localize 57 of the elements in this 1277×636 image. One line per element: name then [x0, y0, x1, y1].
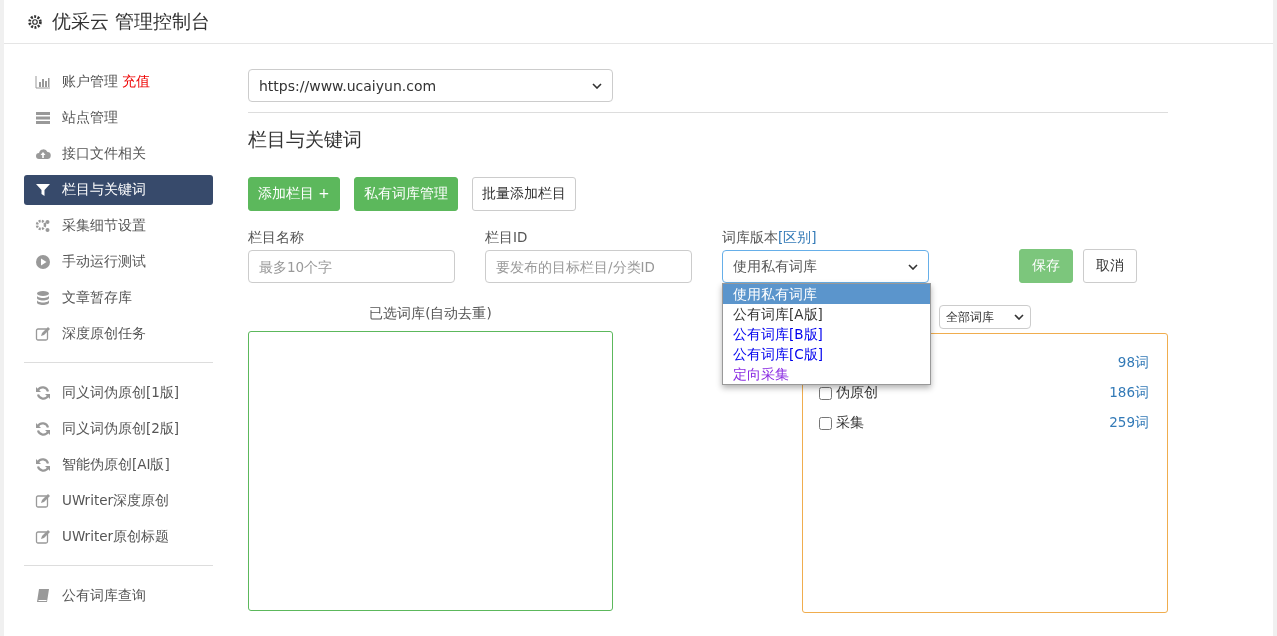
sidebar-item[interactable]: 同义词伪原创[2版] — [24, 414, 213, 444]
batch-add-button[interactable]: 批量添加栏目 — [471, 177, 576, 211]
dropdown-option[interactable]: 定向采集 — [723, 364, 930, 384]
sidebar-item[interactable]: 账户管理 充值 — [24, 67, 213, 97]
sidebar-item[interactable]: 接口文件相关 — [24, 139, 213, 169]
recharge-link[interactable]: 充值 — [122, 73, 150, 91]
cloud-upload-icon — [34, 146, 52, 162]
database-icon — [34, 290, 52, 306]
difference-link[interactable]: [区别] — [778, 229, 817, 245]
caret-icon — [1014, 314, 1024, 320]
book-icon — [34, 588, 52, 604]
library-filter-select[interactable]: 全部词库 — [939, 305, 1031, 329]
word-count: 259词 — [1109, 414, 1149, 432]
field-label: 词库版本 — [722, 229, 778, 245]
sidebar-item[interactable]: 智能伪原创[AI版] — [24, 450, 213, 480]
checkbox[interactable] — [819, 386, 832, 400]
caret-icon — [592, 82, 602, 89]
sidebar-item[interactable]: 手动运行测试 — [24, 247, 213, 277]
refresh-icon — [34, 385, 52, 401]
edit-icon — [34, 493, 52, 509]
library-name: 采集 — [836, 414, 864, 432]
sidebar-item[interactable]: 站点管理 — [24, 103, 213, 133]
dropdown-option[interactable]: 公有词库[C版] — [723, 344, 930, 364]
checkbox[interactable] — [819, 416, 832, 430]
refresh-icon — [34, 457, 52, 473]
caret-icon — [908, 263, 918, 270]
sidebar-item[interactable]: 采集细节设置 — [24, 211, 213, 241]
refresh-icon — [34, 421, 52, 437]
sidebar-item[interactable]: 栏目与关键词 — [24, 175, 213, 205]
word-count: 186词 — [1109, 384, 1149, 402]
dropdown-option[interactable]: 公有词库[A版] — [723, 304, 930, 324]
bar-chart-icon — [34, 74, 52, 90]
settings-icon — [26, 12, 44, 31]
server-icon — [34, 110, 52, 126]
sidebar-item[interactable]: UWriter原创标题 — [24, 522, 213, 552]
field-label: 栏目ID — [485, 229, 529, 247]
column-id-field[interactable]: 要发布的目标栏目/分类ID — [485, 250, 692, 283]
site-select[interactable]: https://www.ucaiyun.com — [248, 69, 613, 102]
play-icon — [34, 254, 52, 270]
sidebar-item[interactable]: UWriter深度原创 — [24, 486, 213, 516]
field-label: 栏目名称 — [248, 229, 305, 247]
sidebar-item[interactable]: 同义词伪原创[1版] — [24, 378, 213, 408]
sidebar-item[interactable]: 文章暂存库 — [24, 283, 213, 313]
column-name-field[interactable]: 最多10个字 — [248, 250, 455, 283]
panel-label: 已选词库(自动去重) — [369, 305, 492, 323]
edit-icon — [34, 326, 52, 342]
edit-icon — [34, 529, 52, 545]
app-title: 优采云 管理控制台 — [52, 8, 211, 34]
sidebar-item[interactable]: 公有词库查询 — [24, 581, 213, 611]
cancel-button[interactable]: 取消 — [1083, 249, 1137, 283]
library-name: 伪原创 — [836, 384, 878, 402]
sidebar-item[interactable]: 深度原创任务 — [24, 319, 213, 349]
dropdown-option[interactable]: 公有词库[B版] — [723, 324, 930, 344]
version-select[interactable]: 使用私有词库 — [722, 250, 929, 283]
section-title: 栏目与关键词 — [248, 127, 363, 152]
word-count: 98词 — [1117, 354, 1149, 372]
filter-icon — [34, 182, 52, 198]
